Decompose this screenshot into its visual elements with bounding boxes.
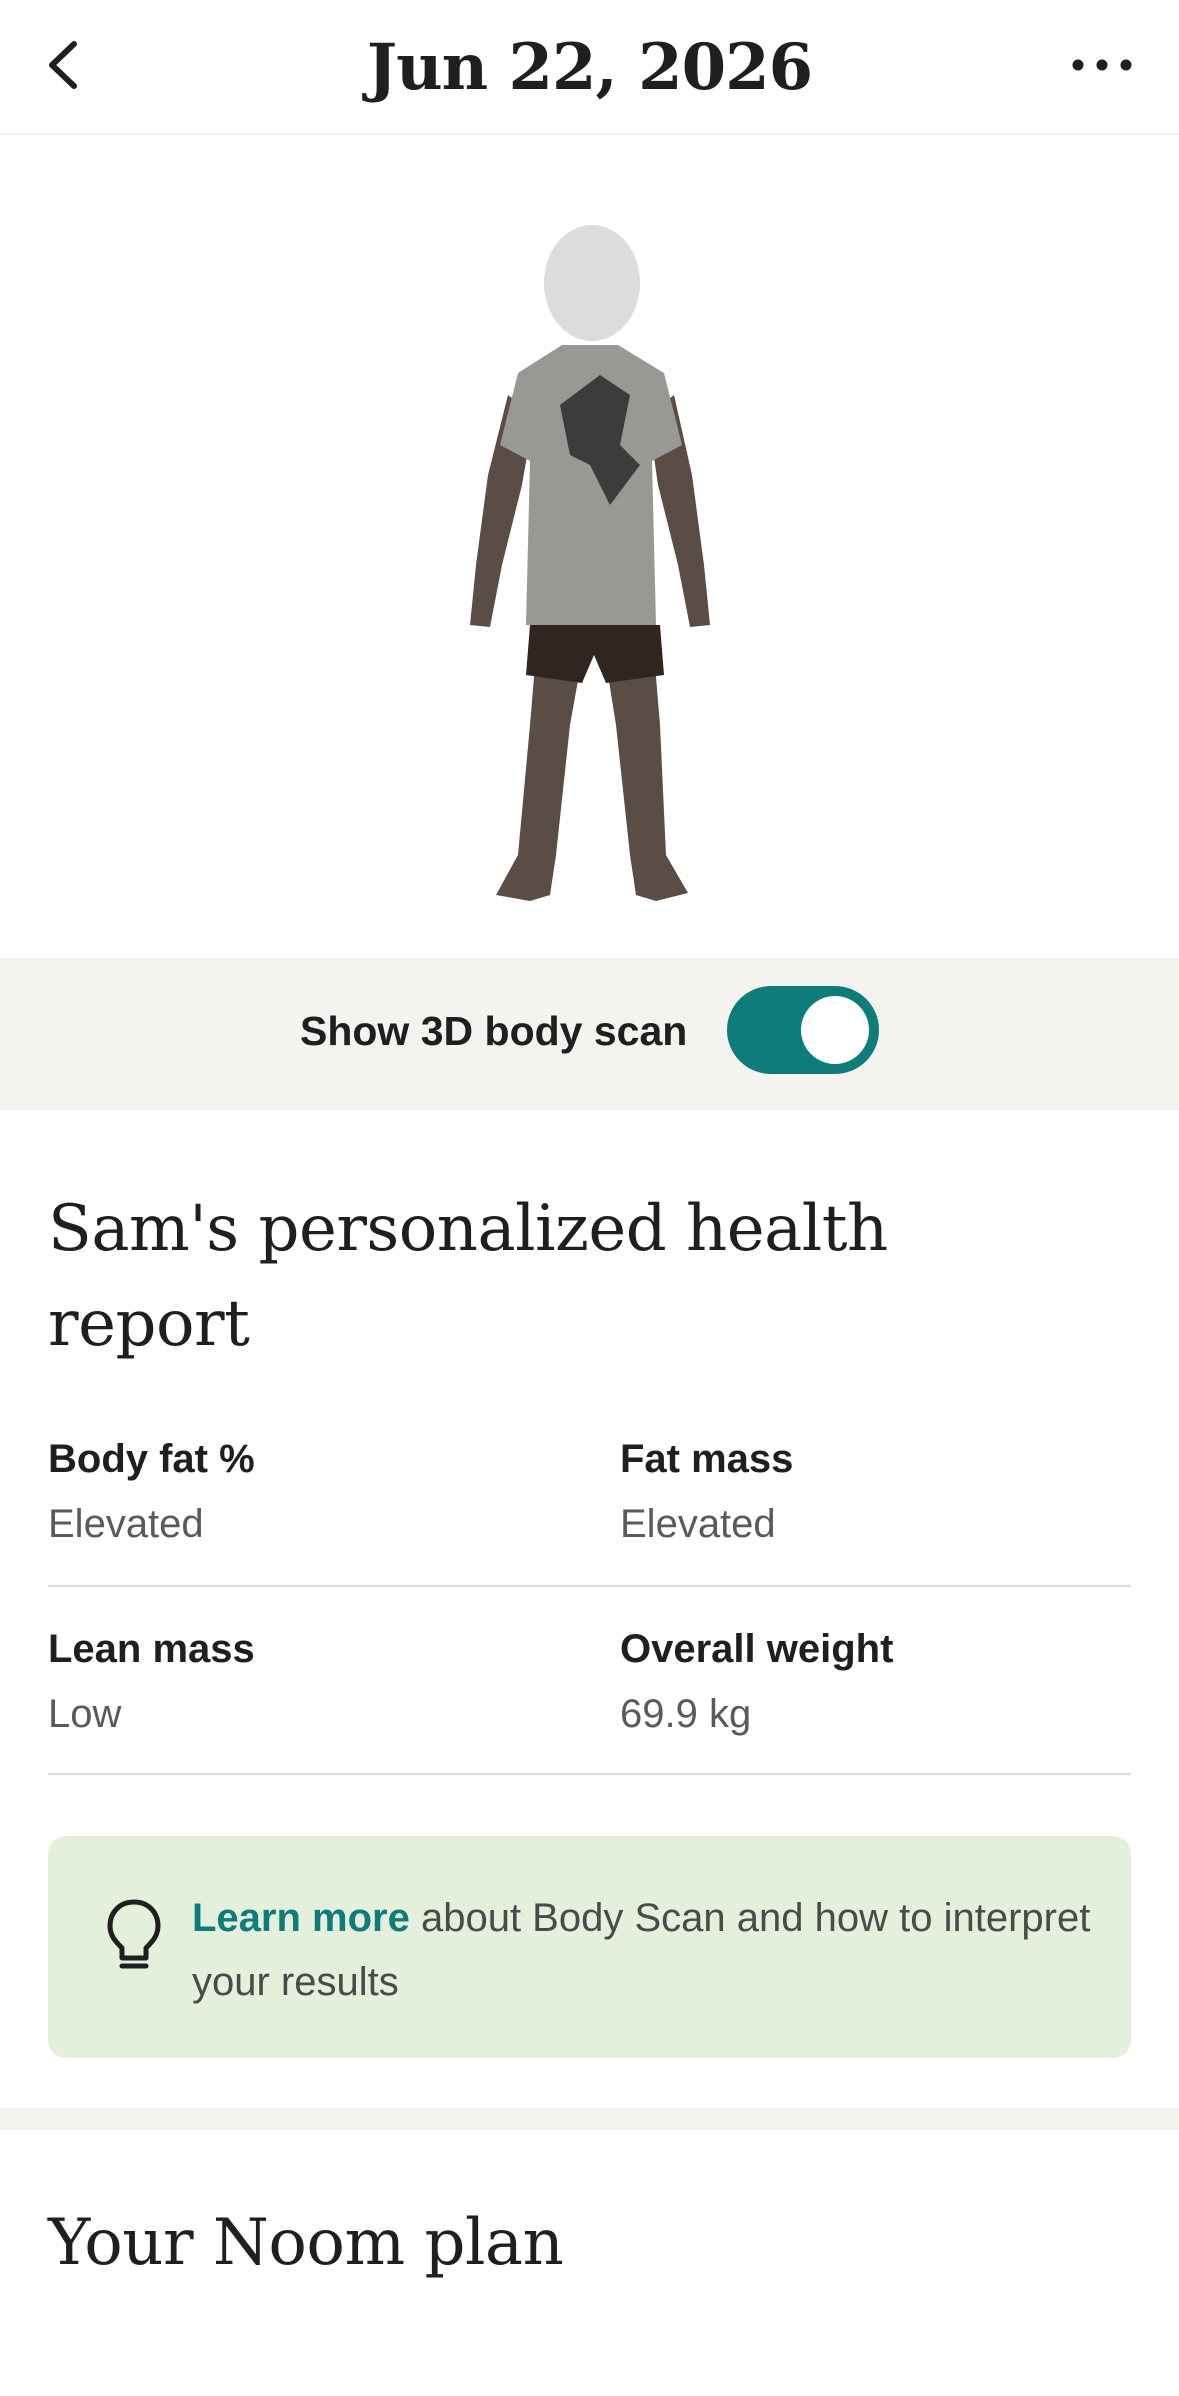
metric-label: Body fat % (48, 1437, 255, 1481)
plan-section-title: Your Noom plan (48, 2206, 564, 2280)
metric-value: Elevated (620, 1502, 776, 1546)
divider (48, 1585, 1131, 1587)
learn-more-link[interactable]: Learn more (192, 1896, 410, 1940)
metric-overall-weight: Overall weight 69.9 kg (620, 1627, 1140, 1737)
section-divider (0, 2108, 1179, 2130)
tip-text: Learn more about Body Scan and how to in… (192, 1886, 1092, 2014)
metric-fat-mass: Fat mass Elevated (620, 1437, 1140, 1547)
page-title: Jun 22, 2026 (366, 30, 813, 105)
toggle-knob (801, 996, 869, 1064)
body-scan-avatar (470, 225, 710, 901)
lightbulb-icon (107, 1899, 161, 1969)
metric-lean-mass: Lean mass Low (48, 1627, 568, 1737)
body-scan-viewer[interactable] (0, 135, 1179, 958)
top-bar: Jun 22, 2026 (0, 0, 1179, 135)
report-title: Sam's personalized health report (48, 1192, 888, 1361)
metric-body-fat: Body fat % Elevated (48, 1437, 568, 1547)
metric-label: Lean mass (48, 1627, 255, 1671)
metric-label: Overall weight (620, 1627, 894, 1671)
divider (48, 1773, 1131, 1775)
metric-value: Low (48, 1692, 122, 1736)
metric-label: Fat mass (620, 1437, 794, 1481)
body-scan-toggle-row: Show 3D body scan (0, 958, 1179, 1110)
learn-more-card: Learn more about Body Scan and how to in… (48, 1836, 1131, 2058)
toggle-label: Show 3D body scan (300, 1008, 688, 1054)
more-options-button[interactable] (1064, 40, 1144, 90)
metric-value: Elevated (48, 1502, 204, 1546)
more-horizontal-icon (1072, 59, 1132, 71)
show-3d-scan-toggle[interactable] (727, 986, 879, 1074)
metric-value: 69.9 kg (620, 1692, 752, 1736)
